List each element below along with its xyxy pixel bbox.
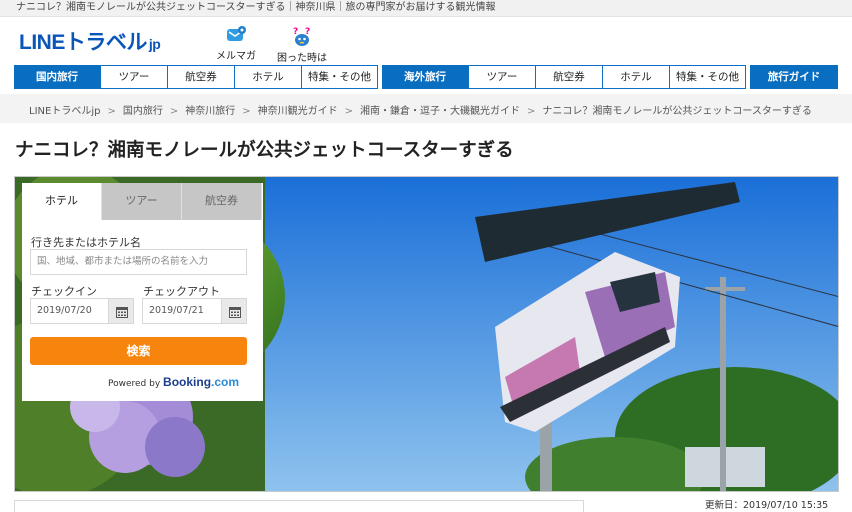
nav-domestic-tour[interactable]: ツアー: [100, 65, 168, 89]
nav-overseas-special[interactable]: 特集・その他: [669, 65, 746, 89]
breadcrumb-current: ナニコレ？湘南モノレールが公共ジェットコースターすぎる: [542, 106, 812, 117]
hotel-search-panel: ホテル ツアー 航空券 行き先またはホテル名 国、地域、都市または場所の名前を入…: [22, 183, 263, 401]
nav-domestic-special[interactable]: 特集・その他: [301, 65, 378, 89]
breadcrumb-item[interactable]: 湘南・鎌倉・逗子・大磯観光ガイド: [360, 106, 520, 117]
nav-overseas[interactable]: 海外旅行: [382, 65, 468, 89]
help-label: 困った時は: [277, 53, 327, 64]
breadcrumb-separator: >: [344, 106, 354, 117]
breadcrumb-item[interactable]: LINEトラベルjp: [29, 106, 100, 117]
nav-domestic-flight[interactable]: 航空券: [167, 65, 235, 89]
search-button[interactable]: 検索: [30, 337, 247, 365]
help-icon: ? ?: [293, 27, 310, 46]
tab-flight[interactable]: 航空券: [182, 183, 262, 220]
checkin-input[interactable]: 2019/07/20: [30, 298, 114, 324]
tab-tour[interactable]: ツアー: [102, 183, 182, 220]
booking-logo-main: Booking: [163, 375, 212, 389]
checkin-label: チェックイン: [31, 285, 97, 298]
breadcrumb-item[interactable]: 神奈川観光ガイド: [258, 106, 338, 117]
main-nav: 国内旅行 ツアー 航空券 ホテル 特集・その他 海外旅行 ツアー 航空券 ホテル…: [0, 65, 852, 89]
newsletter-link[interactable]: メルマガ: [206, 25, 266, 62]
top-info-bar: ナニコレ？湘南モノレールが公共ジェットコースターすぎる｜神奈川県｜旅の専門家がお…: [0, 0, 852, 17]
powered-by-booking: Powered by Booking.com: [108, 375, 239, 389]
breadcrumb: LINEトラベルjp > 国内旅行 > 神奈川旅行 > 神奈川観光ガイド > 湘南・鎌倉・逗子・…: [0, 94, 852, 123]
checkin-calendar-button[interactable]: [108, 298, 134, 324]
page-title: ナニコレ？湘南モノレールが公共ジェットコースターすぎる: [15, 140, 514, 161]
breadcrumb-separator: >: [527, 106, 536, 117]
destination-input[interactable]: 国、地域、都市または場所の名前を入力: [30, 249, 247, 275]
breadcrumb-separator: >: [107, 106, 116, 117]
tab-hotel[interactable]: ホテル: [22, 183, 102, 220]
destination-label: 行き先またはホテル名: [31, 236, 141, 249]
logo-text: LINEトラベル: [19, 31, 147, 54]
calendar-icon: [116, 307, 128, 318]
help-link[interactable]: ? ? 困った時は: [272, 25, 332, 64]
content-box: [14, 500, 584, 512]
breadcrumb-item[interactable]: 神奈川旅行: [185, 106, 235, 117]
calendar-icon: [229, 307, 241, 318]
nav-travel-guide[interactable]: 旅行ガイド: [750, 65, 838, 89]
mail-icon: [227, 26, 246, 41]
nav-domestic-hotel[interactable]: ホテル: [234, 65, 302, 89]
checkout-calendar-button[interactable]: [221, 298, 247, 324]
nav-overseas-flight[interactable]: 航空券: [535, 65, 603, 89]
nav-overseas-hotel[interactable]: ホテル: [602, 65, 670, 89]
checkout-input[interactable]: 2019/07/21: [142, 298, 226, 324]
booking-logo-suffix: .com: [211, 375, 240, 389]
nav-overseas-tour[interactable]: ツアー: [468, 65, 536, 89]
powered-by-text: Powered by: [108, 379, 161, 389]
breadcrumb-item[interactable]: 国内旅行: [123, 106, 163, 117]
nav-domestic[interactable]: 国内旅行: [14, 65, 100, 89]
newsletter-label: メルマガ: [216, 51, 256, 62]
site-header: LINEトラベル jp メルマガ ? ? 困った時は: [0, 17, 852, 65]
booking-logo: Booking.com: [163, 375, 239, 389]
checkout-label: チェックアウト: [143, 285, 220, 298]
breadcrumb-separator: >: [242, 106, 251, 117]
logo-suffix: jp: [148, 36, 161, 52]
updated-date: 更新日：2019/07/10 15:35: [705, 500, 829, 511]
site-logo[interactable]: LINEトラベル jp: [19, 26, 161, 56]
breadcrumb-separator: >: [169, 106, 179, 117]
